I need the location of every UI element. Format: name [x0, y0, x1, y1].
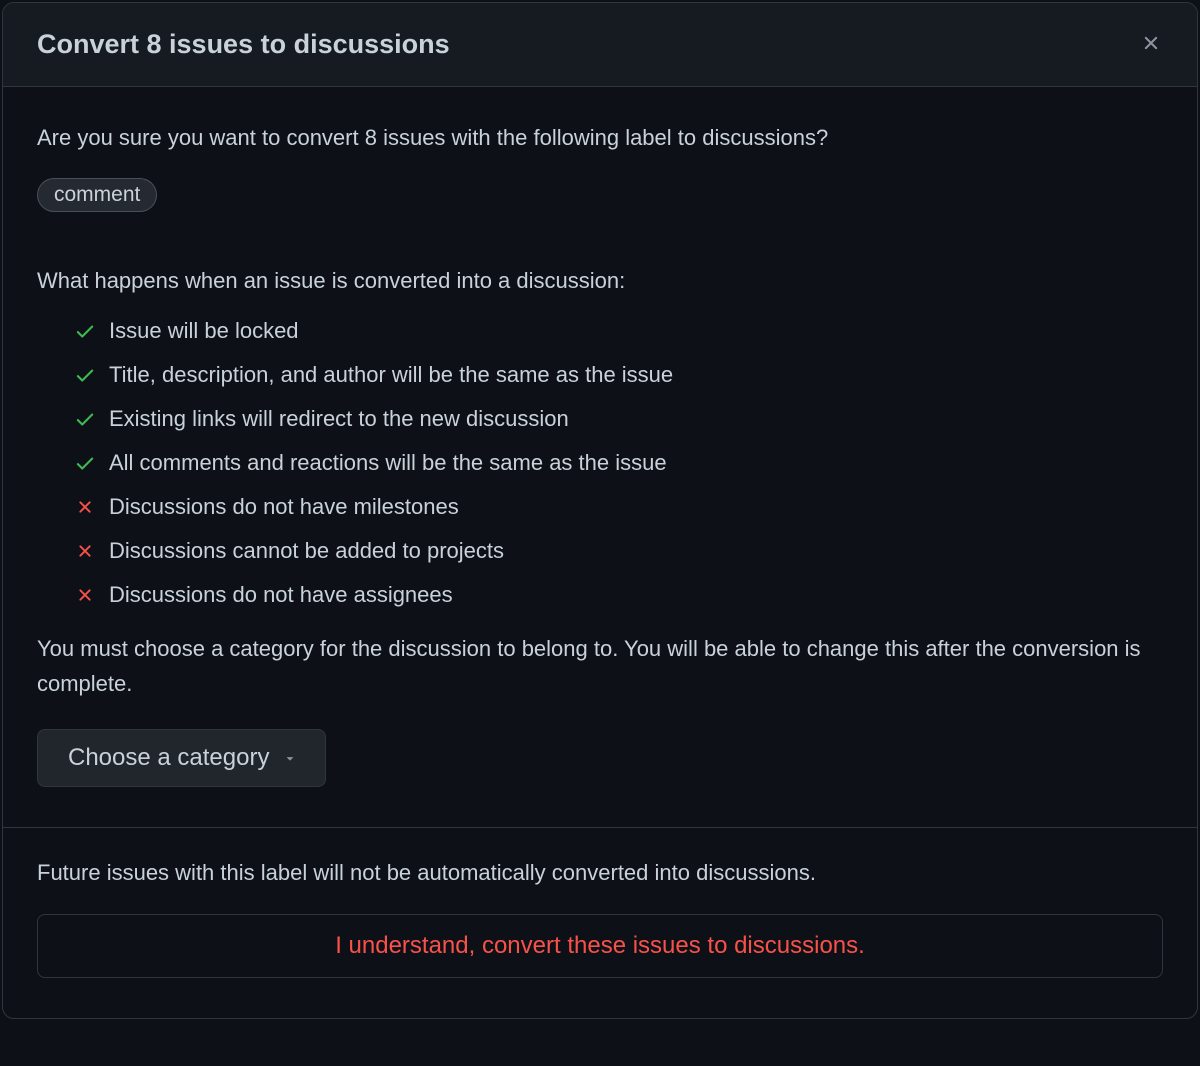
check-icon — [73, 451, 97, 475]
confirm-convert-button[interactable]: I understand, convert these issues to di… — [37, 914, 1163, 978]
dialog-title: Convert 8 issues to discussions — [37, 29, 450, 60]
category-select[interactable]: Choose a category — [37, 729, 326, 787]
check-icon — [73, 363, 97, 387]
effect-item: Discussions cannot be added to projects — [73, 534, 1163, 567]
effect-text: Discussions do not have assignees — [109, 578, 453, 611]
check-icon — [73, 319, 97, 343]
category-prompt: You must choose a category for the discu… — [37, 631, 1163, 701]
effect-item: Discussions do not have milestones — [73, 490, 1163, 523]
effect-text: All comments and reactions will be the s… — [109, 446, 667, 479]
dialog-header: Convert 8 issues to discussions — [3, 3, 1197, 87]
effect-text: Existing links will redirect to the new … — [109, 402, 569, 435]
convert-issues-dialog: Convert 8 issues to discussions Are you … — [2, 2, 1198, 1019]
close-icon — [1140, 32, 1162, 57]
effects-list: Issue will be locked Title, description,… — [37, 314, 1163, 611]
category-select-label: Choose a category — [68, 744, 269, 772]
dialog-footer: Future issues with this label will not b… — [3, 827, 1197, 1018]
effect-item: Discussions do not have assignees — [73, 578, 1163, 611]
x-icon — [73, 495, 97, 519]
effect-item: Title, description, and author will be t… — [73, 358, 1163, 391]
x-icon — [73, 539, 97, 563]
effect-item: Existing links will redirect to the new … — [73, 402, 1163, 435]
effect-item: All comments and reactions will be the s… — [73, 446, 1163, 479]
effect-text: Issue will be locked — [109, 314, 299, 347]
effect-text: Discussions do not have milestones — [109, 490, 459, 523]
dialog-body: Are you sure you want to convert 8 issue… — [3, 87, 1197, 827]
check-icon — [73, 407, 97, 431]
effects-heading: What happens when an issue is converted … — [37, 268, 1163, 294]
effect-text: Title, description, and author will be t… — [109, 358, 673, 391]
label-chip: comment — [37, 178, 157, 212]
caret-down-icon — [283, 744, 297, 772]
effect-text: Discussions cannot be added to projects — [109, 534, 504, 567]
footer-note: Future issues with this label will not b… — [37, 860, 1163, 886]
effect-item: Issue will be locked — [73, 314, 1163, 347]
x-icon — [73, 583, 97, 607]
confirm-text: Are you sure you want to convert 8 issue… — [37, 121, 1163, 154]
close-button[interactable] — [1137, 31, 1165, 59]
